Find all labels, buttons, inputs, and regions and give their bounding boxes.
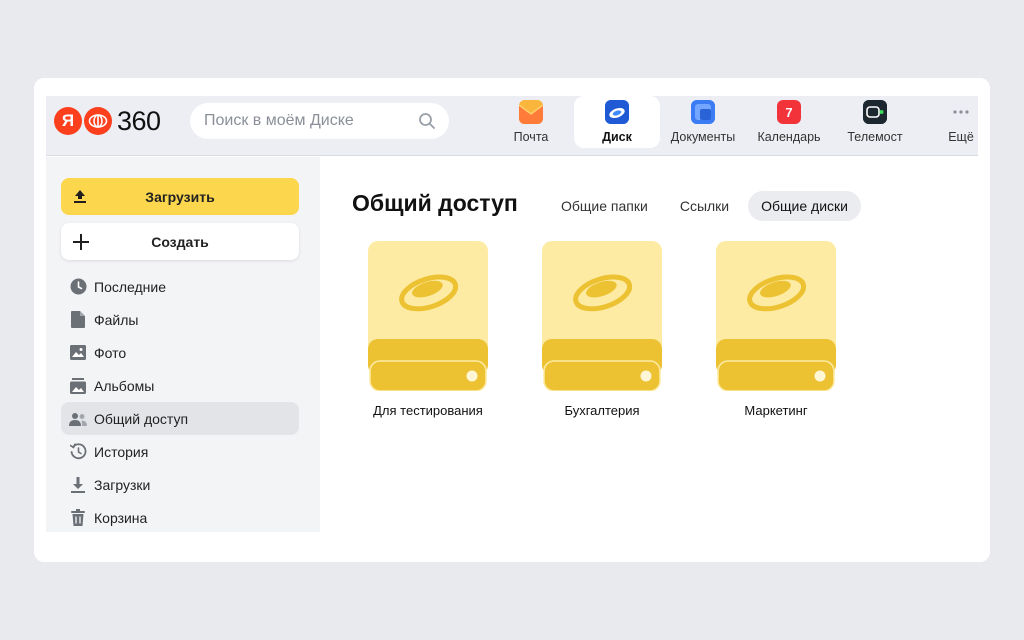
sidebar-item-label: Файлы xyxy=(94,311,139,328)
sidebar-item-label: Корзина xyxy=(94,509,148,526)
top-header: Я 360 Почта xyxy=(46,96,978,156)
calendar-icon: 7 xyxy=(777,100,801,124)
sidebar-item-label: Альбомы xyxy=(94,377,155,394)
service-calendar[interactable]: 7 Календарь xyxy=(746,96,832,148)
clock-icon xyxy=(69,278,87,296)
upload-button[interactable]: Загрузить xyxy=(61,178,299,215)
shared-drive-icon xyxy=(542,241,662,391)
albums-icon xyxy=(69,377,87,395)
sidebar-item-shared[interactable]: Общий доступ xyxy=(61,402,299,435)
trash-icon xyxy=(69,509,87,527)
sidebar-nav: Последние Файлы Фото Альбомы Общий досту… xyxy=(61,270,299,532)
tab-shared-drives[interactable]: Общие диски xyxy=(748,191,861,221)
drive-item[interactable]: Маркетинг xyxy=(704,241,848,418)
service-disk-label: Диск xyxy=(602,130,632,144)
service-mail-label: Почта xyxy=(513,130,549,144)
service-telemost-label: Телемост xyxy=(847,130,903,144)
services-bar: Почта Диск Документы 7 Календарь Телемос… xyxy=(488,96,978,156)
sidebar-item-label: Общий доступ xyxy=(94,410,189,427)
shared-drive-icon xyxy=(368,241,488,391)
sidebar-item-trash[interactable]: Корзина xyxy=(61,501,299,532)
drive-item[interactable]: Для тестирования xyxy=(356,241,500,418)
search-box[interactable] xyxy=(190,103,449,139)
tab-links[interactable]: Ссылки xyxy=(667,191,742,221)
mail-icon xyxy=(519,100,543,124)
telemost-icon xyxy=(863,100,887,124)
upload-button-label: Загрузить xyxy=(145,188,215,205)
download-icon xyxy=(69,476,87,494)
file-icon xyxy=(69,311,87,329)
yandex-logo-icon: Я xyxy=(54,107,82,135)
logo-number: 360 xyxy=(117,105,161,136)
create-button-label: Создать xyxy=(151,233,209,250)
disk-icon xyxy=(605,100,629,124)
create-button[interactable]: Создать xyxy=(61,223,299,260)
sidebar-item-label: История xyxy=(94,443,149,460)
service-calendar-label: Календарь xyxy=(757,130,821,144)
page-title: Общий доступ xyxy=(352,190,518,216)
shared-drive-icon xyxy=(716,241,836,391)
service-more[interactable]: Ещё xyxy=(918,96,978,148)
service-documents[interactable]: Документы xyxy=(660,96,746,148)
photo-icon xyxy=(69,344,87,362)
tab-shared-folders[interactable]: Общие папки xyxy=(548,191,661,221)
sidebar-item-albums[interactable]: Альбомы xyxy=(61,369,299,402)
sidebar-item-downloads[interactable]: Загрузки xyxy=(61,468,299,501)
drive-label: Маркетинг xyxy=(744,403,808,418)
sidebar-item-history[interactable]: История xyxy=(61,435,299,468)
service-more-label: Ещё xyxy=(948,130,974,144)
search-icon[interactable] xyxy=(418,112,436,130)
service-mail[interactable]: Почта xyxy=(488,96,574,148)
360-ring-icon xyxy=(84,107,112,135)
drive-item[interactable]: Бухгалтерия xyxy=(530,241,674,418)
yandex-360-logo[interactable]: Я 360 xyxy=(54,106,161,136)
people-icon xyxy=(69,410,87,428)
more-icon xyxy=(949,100,973,124)
main-content: Общий доступ Общие папки Ссылки Общие ди… xyxy=(320,157,978,532)
sidebar-item-label: Последние xyxy=(94,278,167,295)
service-disk[interactable]: Диск xyxy=(574,96,660,148)
disk-app-window: Я 360 Почта xyxy=(46,96,978,532)
sidebar-item-photo[interactable]: Фото xyxy=(61,336,299,369)
search-input[interactable] xyxy=(190,112,410,130)
drive-label: Для тестирования xyxy=(373,403,483,418)
service-documents-label: Документы xyxy=(670,130,736,144)
drive-label: Бухгалтерия xyxy=(564,403,640,418)
history-icon xyxy=(69,443,87,461)
service-telemost[interactable]: Телемост xyxy=(832,96,918,148)
documents-icon xyxy=(691,100,715,124)
sidebar-item-label: Фото xyxy=(94,344,127,361)
sharing-tabs: Общие папки Ссылки Общие диски xyxy=(548,191,867,221)
sidebar-item-label: Загрузки xyxy=(94,476,151,493)
shared-drives-grid: Для тестирования Бухгалтерия Маркетинг xyxy=(356,241,878,418)
sidebar-item-files[interactable]: Файлы xyxy=(61,303,299,336)
sidebar-item-recent[interactable]: Последние xyxy=(61,270,299,303)
sidebar: Загрузить Создать Последние Файлы Фото А… xyxy=(46,157,320,532)
